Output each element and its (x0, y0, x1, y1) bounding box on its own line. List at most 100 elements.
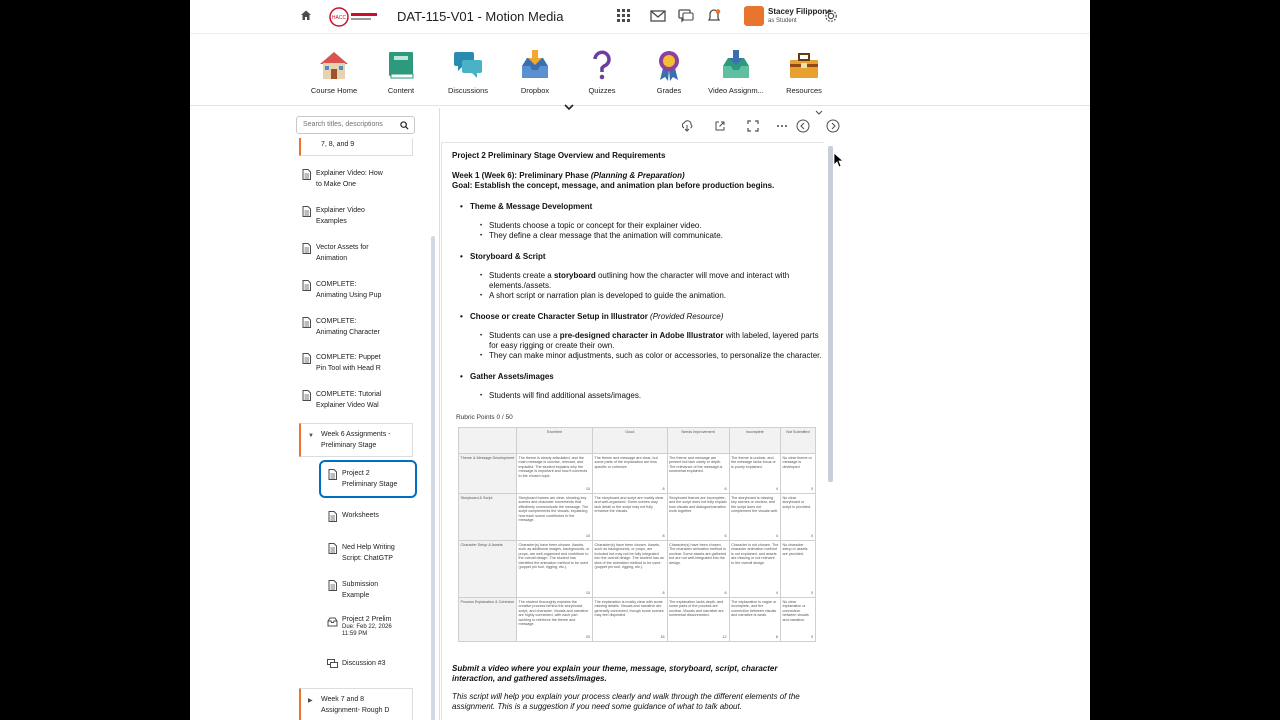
dropbox-icon (327, 617, 338, 627)
toc-module-partial[interactable]: 7, 8, and 9 (299, 138, 413, 156)
bell-icon[interactable] (706, 9, 722, 23)
text-part: Choose or create Character Setup in Illu… (470, 312, 651, 321)
toc-sub-item[interactable]: Submission Example (328, 579, 414, 601)
document-body: Project 2 Preliminary Stage Overview and… (452, 151, 822, 712)
toc-item[interactable]: COMPLETE: Tutorial Explainer Video Wal (302, 389, 414, 411)
rubric-cell-text: Character(s) have been chosen. Assets, s… (594, 542, 664, 570)
user-avatar[interactable] (744, 6, 764, 26)
submission-instructions: Submit a video where you explain your th… (452, 664, 778, 683)
toc-line1: COMPLETE: Puppet (316, 354, 381, 361)
chat-icon[interactable] (678, 9, 694, 23)
rubric-points: 4 (775, 591, 778, 596)
inbox-icon (522, 50, 548, 78)
rubric-cell-text: Character is not chosen. The character a… (731, 542, 779, 565)
chevron-down-icon[interactable] (815, 110, 823, 116)
mail-icon[interactable] (650, 9, 666, 23)
course-title[interactable]: DAT-115-V01 - Motion Media (397, 9, 563, 24)
nav-quizzes[interactable]: Quizzes (565, 48, 639, 95)
toc-item[interactable]: COMPLETE: Animating Using Pup (302, 279, 414, 301)
search-icon[interactable] (400, 121, 409, 130)
toc-scrollbar[interactable] (431, 236, 435, 720)
toc-item[interactable]: Explainer Video Examples (302, 205, 414, 227)
open-external-icon[interactable] (714, 120, 726, 132)
nav-content[interactable]: Content (364, 48, 438, 95)
book-icon (389, 52, 414, 79)
rubric-cell: The theme and message are clear, but som… (591, 453, 668, 494)
rubric-points: 0 (810, 635, 813, 640)
nav-label: Discussions (447, 86, 488, 95)
toc-line1: Explainer Video: How (316, 170, 383, 177)
document-icon (328, 511, 337, 522)
rubric-cell-text: The explanation lacks depth, and some pa… (669, 599, 724, 618)
toc-sub-item-selected[interactable]: Project 2 Preliminary Stage (328, 468, 414, 490)
rubric-cell-text: No clear explanation or connection betwe… (782, 599, 809, 622)
nav-video-assignments[interactable]: Video Assignm... (699, 48, 773, 95)
document-icon (328, 543, 337, 554)
document-icon (302, 353, 311, 364)
nav-resources[interactable]: Resources (767, 48, 841, 95)
document-icon (302, 243, 311, 254)
rubric-row: Character Setup & Assets Character(s) ha… (458, 540, 817, 598)
due-time: 11:59 PM (342, 631, 368, 637)
toc-item[interactable]: Explainer Video: How to Make One (302, 168, 414, 190)
toc-item[interactable]: COMPLETE: Puppet Pin Tool with Head R (302, 352, 414, 374)
section-list: Students can use a pre-designed characte… (452, 331, 822, 361)
toc-discussion-item[interactable]: Discussion #3 (327, 658, 414, 669)
more-options-icon[interactable] (776, 120, 788, 132)
rubric-cell-text: The storyboard and script are mostly cle… (594, 495, 664, 514)
next-icon[interactable] (826, 119, 840, 133)
rubric-level: Needs Improvement (666, 427, 730, 454)
toc-assignment-item[interactable]: Project 2 Prelim Due: Feb 22, 2026 11:59… (327, 615, 414, 638)
toc-line2: to Make One (316, 181, 357, 188)
nav-grades[interactable]: Grades (632, 48, 706, 95)
toc-module-week6[interactable]: ▼ Week 6 Assignments - Preliminary Stage (299, 423, 413, 457)
grid-icon[interactable] (616, 9, 632, 23)
toc-line1: COMPLETE: Tutorial (316, 391, 382, 398)
toc-sub-item[interactable]: Worksheets (328, 510, 414, 522)
toc-module-week7-8[interactable]: ▶ Week 7 and 8 Assignment- Rough D (299, 688, 413, 720)
document-scrollbar[interactable] (828, 146, 833, 482)
hacc-logo[interactable]: HACC (328, 6, 380, 28)
module-line1: Week 7 and 8 (321, 696, 365, 703)
fullscreen-icon[interactable] (747, 120, 759, 132)
table-of-contents: Search titles, descriptions 7, 8, and 9 … (290, 108, 440, 720)
discussion-icon (327, 659, 338, 668)
module-line2: Assignment- Rough D (321, 707, 390, 714)
house-icon (320, 52, 348, 79)
list-item: Students can use a pre-designed characte… (480, 331, 822, 351)
rubric-level: Incomplete (728, 427, 781, 454)
caret-down-icon[interactable]: ▼ (308, 431, 314, 442)
toc-line1: Discussion #3 (342, 660, 386, 667)
rubric-header-row: Excellent Good Needs Improvement Incompl… (458, 427, 817, 454)
rubric-cell-text: Storyboard frames are clear, showing key… (518, 495, 589, 523)
toc-line1: Worksheets (342, 512, 379, 519)
toc-line1: COMPLETE: (316, 281, 357, 288)
toc-line2: Preliminary Stage (342, 481, 398, 488)
document-title: Project 2 Preliminary Stage Overview and… (452, 151, 666, 160)
toc-item[interactable]: Vector Assets for Animation (302, 242, 414, 264)
nav-label: Grades (656, 86, 682, 95)
document-icon (328, 580, 337, 591)
rubric-cell: The theme and message are present but la… (666, 453, 730, 494)
nav-course-home[interactable]: Course Home (297, 48, 371, 95)
nav-dropbox[interactable]: Dropbox (498, 48, 572, 95)
previous-icon[interactable] (796, 119, 810, 133)
download-icon[interactable] (681, 120, 693, 132)
text-italic: (Provided Resource) (650, 312, 724, 321)
list-item: They define a clear message that the ani… (480, 231, 822, 241)
search-input[interactable]: Search titles, descriptions (296, 116, 415, 134)
toc-sub-item[interactable]: Ned Help Writing Script: ChatGTP (328, 542, 414, 564)
toc-line1: Project 2 Prelim (342, 616, 392, 623)
rubric-cell-text: No character setup or assets are provide… (782, 542, 808, 556)
toc-item[interactable]: COMPLETE: Animating Character (302, 316, 414, 338)
course-navbar: Course Home Content Discussions Dropbox … (190, 34, 1090, 106)
week-italic: (Planning & Preparation) (590, 171, 685, 180)
rubric-points: 12 (722, 635, 727, 640)
gear-icon[interactable] (823, 9, 839, 23)
home-icon[interactable] (300, 9, 312, 21)
question-icon (593, 50, 611, 80)
rubric-cell: Character(s) have been chosen. Assets, s… (516, 540, 593, 598)
nav-discussions[interactable]: Discussions (431, 48, 505, 95)
toc-line2: Pin Tool with Head R (316, 365, 381, 372)
caret-right-icon[interactable]: ▶ (308, 696, 313, 707)
